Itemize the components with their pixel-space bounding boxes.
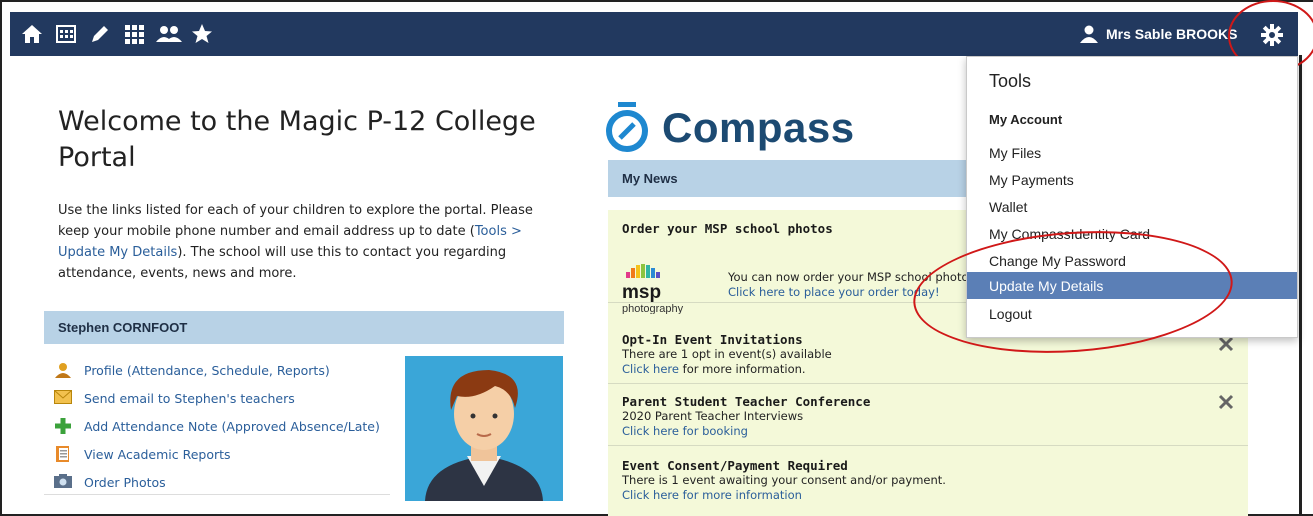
user-menu[interactable]: Mrs Sable BROOKS [1080, 12, 1237, 56]
order-photos-link[interactable]: Order Photos [54, 468, 404, 496]
student-header: Stephen CORNFOOT [44, 311, 564, 344]
pencil-icon[interactable] [86, 20, 114, 48]
calendar-icon[interactable] [52, 20, 80, 48]
home-icon[interactable] [18, 20, 46, 48]
menu-item-my-payments[interactable]: My Payments [967, 166, 1297, 193]
plus-icon [54, 418, 72, 434]
compass-logo-text: Compass [662, 104, 855, 151]
dropdown-section-heading: My Account [989, 112, 1063, 127]
close-icon[interactable] [1218, 336, 1234, 352]
news-line: 2020 Parent Teacher Interviews [622, 409, 804, 423]
divider [44, 494, 390, 495]
news-line: There are 1 opt in event(s) available [622, 347, 832, 361]
order-photos-label: Order Photos [84, 474, 166, 490]
attendance-note-link[interactable]: Add Attendance Note (Approved Absence/La… [54, 412, 404, 440]
report-icon [54, 446, 72, 462]
news-link-line: Click here for more information. [622, 362, 1234, 377]
student-avatar [405, 356, 563, 501]
compass-logo: Compass [604, 102, 855, 154]
right-border [1299, 55, 1302, 516]
attendance-note-label: Add Attendance Note (Approved Absence/La… [84, 418, 380, 434]
camera-icon [54, 474, 72, 490]
envelope-icon [54, 390, 72, 406]
booking-link[interactable]: Click here for booking [622, 424, 1234, 439]
msp-logo-subtext: photography [622, 303, 684, 314]
menu-item-my-files[interactable]: My Files [967, 139, 1297, 166]
people-icon[interactable] [155, 20, 183, 48]
academic-reports-label: View Academic Reports [84, 446, 231, 462]
dropdown-title: Tools [989, 71, 1032, 91]
close-icon[interactable] [1218, 394, 1234, 410]
profile-link-label: Profile (Attendance, Schedule, Reports) [84, 362, 330, 378]
student-links: Profile (Attendance, Schedule, Reports) … [54, 356, 404, 496]
academic-reports-link[interactable]: View Academic Reports [54, 440, 404, 468]
msp-logo-text: msp [622, 282, 661, 303]
news-line: There is 1 event awaiting your consent a… [622, 473, 946, 487]
welcome-text: Use the links listed for each of your ch… [58, 200, 558, 284]
profile-link[interactable]: Profile (Attendance, Schedule, Reports) [54, 356, 404, 384]
news-item: Event Consent/Payment Required There is … [608, 448, 1248, 516]
opt-in-link[interactable]: Click here [622, 362, 679, 376]
email-teachers-link[interactable]: Send email to Stephen's teachers [54, 384, 404, 412]
consent-link[interactable]: Click here for more information [622, 488, 1234, 503]
compass-logo-icon [606, 102, 648, 152]
news-title: Parent Student Teacher Conference [622, 394, 871, 409]
star-icon[interactable] [188, 20, 216, 48]
profile-icon [54, 362, 72, 378]
grid-icon[interactable] [120, 20, 148, 48]
top-navigation-bar: Mrs Sable BROOKS [10, 12, 1298, 56]
user-icon [1080, 25, 1098, 43]
user-name: Mrs Sable BROOKS [1106, 26, 1238, 42]
welcome-text-part: Use the links listed for each of your ch… [58, 203, 533, 239]
news-title: Event Consent/Payment Required [622, 458, 848, 473]
email-teachers-label: Send email to Stephen's teachers [84, 390, 295, 406]
msp-logo: msp photography [622, 258, 722, 315]
page-title: Welcome to the Magic P-12 College Portal [58, 106, 536, 173]
menu-item-wallet[interactable]: Wallet [967, 193, 1297, 220]
news-item: Parent Student Teacher Conference 2020 P… [608, 386, 1248, 446]
news-link-suffix: for more information. [678, 362, 806, 376]
